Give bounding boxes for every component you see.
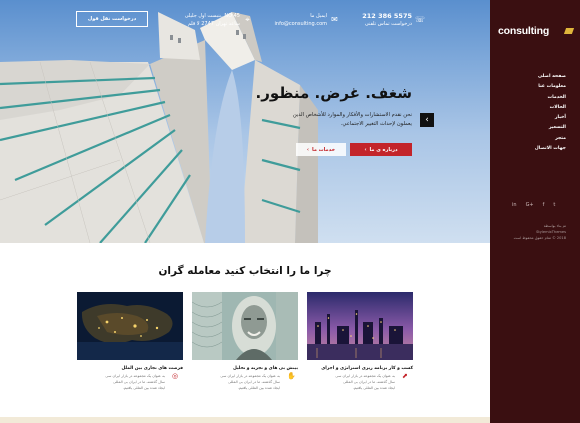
- card-title-1[interactable]: فرصت های تجاری بین الملل: [77, 366, 183, 371]
- linkedin-icon[interactable]: in: [512, 202, 517, 208]
- google-plus-icon[interactable]: G+: [526, 202, 534, 208]
- nav-item-news[interactable]: أخبار: [535, 113, 566, 123]
- email-info: ایمیل ما info@consulting.com: [265, 12, 327, 28]
- phone-info: 5575 386 212 درخواست تماس تلفنی: [352, 12, 412, 28]
- phone-label: درخواست تماس تلفنی: [364, 21, 412, 27]
- card-text-1-line1: به عنوان یک مجموعه در بازار ایران سی: [105, 374, 165, 378]
- twitter-icon[interactable]: t: [553, 202, 555, 208]
- our-services-button[interactable]: خدمات ما ›: [296, 143, 346, 156]
- social-links: in G+ f t: [512, 202, 555, 208]
- hero-headline: شغف. غرض. منظور.: [255, 84, 412, 102]
- email-address[interactable]: info@consulting.com: [275, 21, 327, 27]
- card-text-3-line2: سال گذشته، ما در ایران بی المللی: [343, 380, 395, 384]
- phone-number[interactable]: 5575 386 212: [352, 12, 412, 20]
- copyright: تم بناء بواسطة StylemixThemes 2018 © تما…: [514, 223, 566, 241]
- card-text-3: به عنوان یک مجموعه در بازار ایران سی سال…: [307, 373, 395, 391]
- chart-icon: ⬈: [402, 372, 408, 380]
- about-us-label: درباره ی ما: [369, 146, 398, 153]
- email-label: ایمیل ما: [310, 13, 327, 19]
- copyright-line3: 2018 © تمام حقوق محفوظ است: [513, 236, 566, 240]
- card-text-2: به عنوان یک مجموعه در بازار ایران سی سال…: [192, 373, 280, 391]
- copyright-author[interactable]: StylemixThemes: [536, 230, 566, 234]
- slider-arrow-button[interactable]: ‹: [420, 113, 434, 127]
- card-text-1-line3: ایجاد شده بین المللی یافتیم.: [122, 386, 165, 390]
- mail-icon: ✉: [331, 15, 338, 24]
- phone-icon: ☏: [415, 15, 426, 24]
- nav-item-cases[interactable]: الحالات: [535, 103, 566, 113]
- top-bar: درخواست نقل قول ⌖ NO 45 ,بنبست اول جلیلی…: [0, 8, 490, 30]
- card-text-1-line2: سال گذشته، ما در ایران بی المللی: [113, 380, 165, 384]
- card-text-2-line3: ایجاد شده بین المللی یافتیم.: [237, 386, 280, 390]
- card-title-3[interactable]: کسب و کار برنامه ریزی استراتژی و اجرای: [307, 366, 413, 371]
- banknote-image: [192, 292, 298, 360]
- nav-item-shop[interactable]: متجر: [535, 134, 566, 144]
- card-image-banknote[interactable]: [192, 292, 298, 360]
- logo[interactable]: consulting: [498, 25, 549, 37]
- footer-strip: [0, 417, 490, 423]
- address-line2: ساعد تهران 2747 لا قلم: [187, 21, 240, 27]
- nav-item-pricing[interactable]: التسعير: [535, 123, 566, 133]
- card-title-2[interactable]: بینش بی های و تجربه و تحلیل: [192, 366, 298, 371]
- card-image-refinery[interactable]: [307, 292, 413, 360]
- nav-item-services[interactable]: الخدمات: [535, 93, 566, 103]
- location-icon: ⌖: [245, 15, 250, 24]
- chevron-left-icon: ›: [306, 146, 309, 153]
- sidebar-nav: صفحه اصلی معلومات عنا الخدمات الحالات أخ…: [535, 72, 566, 154]
- copyright-line1: تم بناء بواسطة: [543, 224, 566, 228]
- address-info: NO 45 ,بنبست اول جلیلی ساعد تهران 2747 ل…: [180, 12, 240, 28]
- hero-subtext-line2: يعملون لإحداث التغيير الاجتماعي.: [340, 121, 412, 127]
- refinery-image: [307, 292, 413, 360]
- hero-slider: درخواست نقل قول ⌖ NO 45 ,بنبست اول جلیلی…: [0, 0, 490, 243]
- handshake-icon: ✋: [287, 372, 296, 380]
- card-text-3-line3: ایجاد شده بین المللی یافتیم.: [352, 386, 395, 390]
- card-text-3-line1: به عنوان یک مجموعه در بازار ایران سی: [335, 374, 395, 378]
- card-image-map[interactable]: [77, 292, 183, 360]
- globe-icon: ◎: [172, 372, 179, 380]
- section-title: چرا ما را انتخاب کنید معامله گران: [158, 265, 332, 277]
- night-map-image: [77, 292, 183, 360]
- request-quote-button[interactable]: درخواست نقل قول: [76, 11, 148, 27]
- nav-item-contact[interactable]: جهات الاتصال: [535, 144, 566, 154]
- hero-subtext-line1: نحن نقدم الاستشارات والأفكار والموارد لل…: [292, 112, 412, 118]
- sidebar: consulting صفحه اصلی معلومات عنا الخدمات…: [490, 0, 580, 423]
- card-text-2-line1: به عنوان یک مجموعه در بازار ایران سی: [220, 374, 280, 378]
- our-services-label: خدمات ما: [311, 146, 336, 153]
- azadi-tower-image: [0, 12, 318, 243]
- card-text-1: به عنوان یک مجموعه در بازار ایران سی سال…: [77, 373, 165, 391]
- card-text-2-line2: سال گذشته، ما در ایران بی المللی: [228, 380, 280, 384]
- arrow-left-icon: ‹: [425, 115, 429, 125]
- nav-item-about[interactable]: معلومات عنا: [535, 82, 566, 92]
- hero-subtext: نحن نقدم الاستشارات والأفكار والموارد لل…: [252, 111, 412, 129]
- address-line1: NO 45 ,بنبست اول جلیلی: [184, 13, 240, 19]
- about-us-button[interactable]: درباره ی ما ›: [350, 143, 412, 156]
- facebook-icon[interactable]: f: [543, 202, 545, 208]
- chevron-left-icon: ›: [364, 146, 367, 153]
- logo-mark-icon: [563, 28, 575, 34]
- nav-item-home[interactable]: صفحه اصلی: [535, 72, 566, 82]
